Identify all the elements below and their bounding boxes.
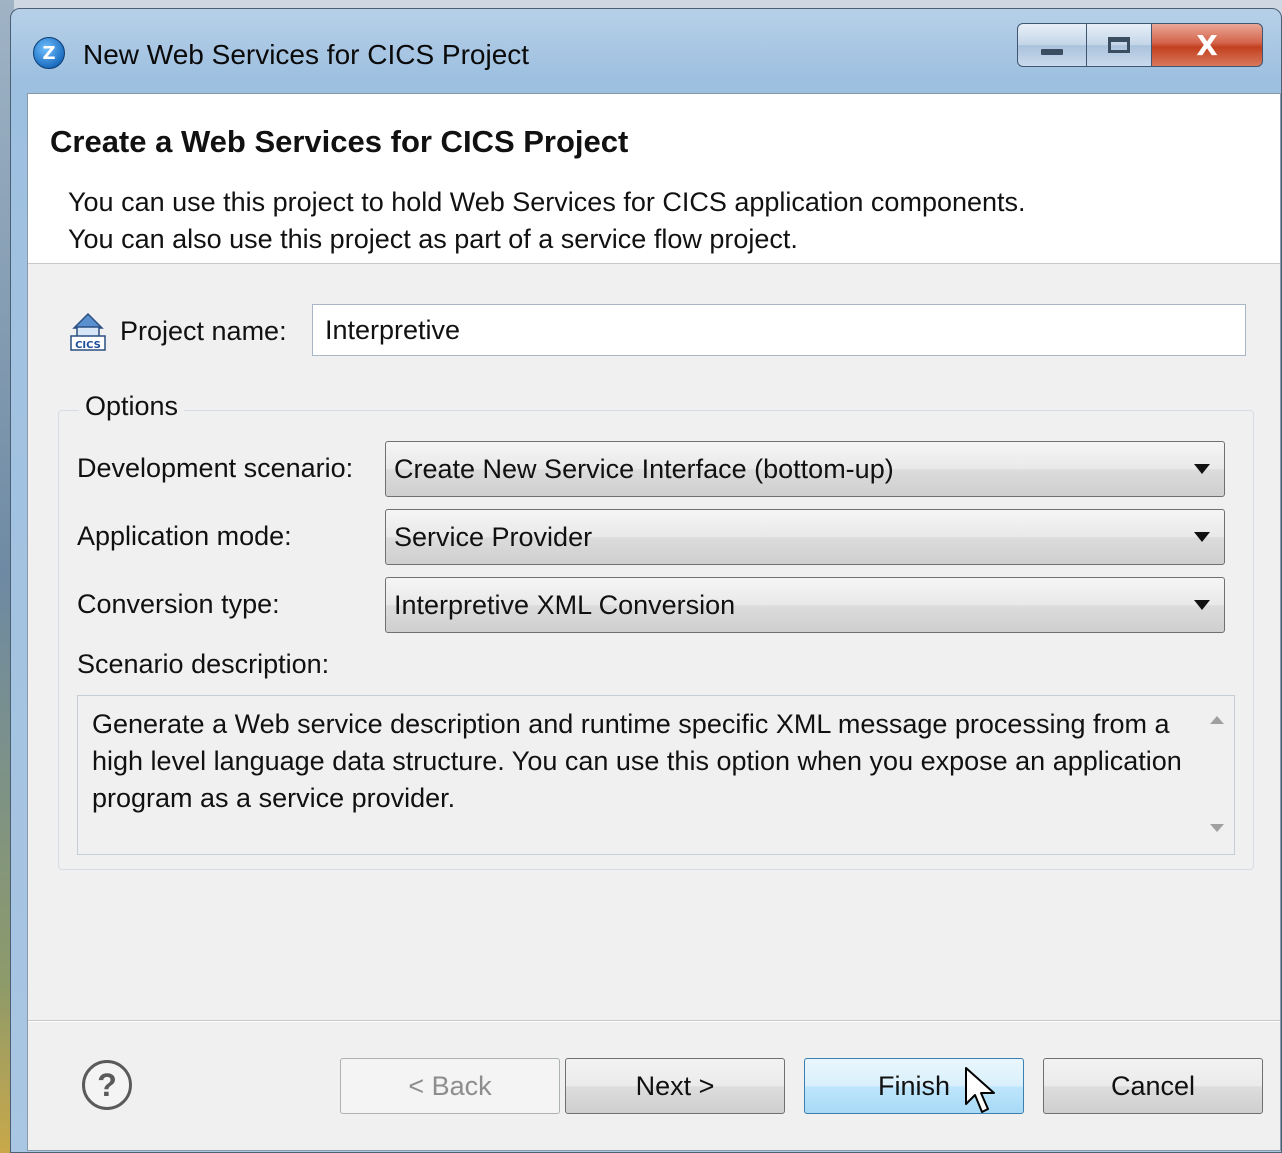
project-name-input[interactable] [312, 304, 1246, 356]
scenario-description-text: Generate a Web service description and r… [92, 709, 1182, 813]
description-line: You can also use this project as part of… [68, 224, 798, 254]
mouse-pointer-icon [965, 1067, 995, 1113]
next-button[interactable]: Next > [565, 1058, 785, 1114]
minimize-icon [1041, 49, 1063, 55]
window-title: New Web Services for CICS Project [83, 39, 530, 70]
cics-project-icon: CICS [70, 312, 106, 351]
chevron-down-icon [1194, 532, 1210, 542]
project-name-label: Project name: [120, 316, 287, 346]
cancel-button[interactable]: Cancel [1043, 1058, 1263, 1114]
scenario-description-label: Scenario description: [77, 649, 330, 679]
application-mode-dropdown[interactable]: Service Provider [385, 509, 1225, 565]
svg-text:CICS: CICS [75, 340, 101, 351]
conversion-type-label: Conversion type: [77, 589, 280, 619]
development-scenario-dropdown[interactable]: Create New Service Interface (bottom-up) [385, 441, 1225, 497]
project-name-row: CICS Project name: [68, 304, 1256, 358]
maximize-icon [1108, 37, 1130, 53]
dialog-window: Z New Web Services for CICS Project X Cr… [10, 8, 1282, 1153]
options-legend: Options [79, 391, 185, 422]
back-button[interactable]: < Back [340, 1058, 560, 1114]
close-button[interactable]: X [1151, 23, 1263, 67]
page-description: You can use this project to hold Web Ser… [68, 184, 1026, 258]
vertical-scrollbar[interactable] [1198, 696, 1234, 854]
button-bar-separator [28, 1020, 1280, 1022]
description-line: You can use this project to hold Web Ser… [68, 187, 1026, 217]
development-scenario-value: Create New Service Interface (bottom-up) [394, 453, 894, 484]
minimize-button[interactable] [1017, 23, 1087, 67]
application-mode-value: Service Provider [394, 521, 593, 552]
page-title: Create a Web Services for CICS Project [50, 124, 629, 159]
chevron-down-icon [1194, 464, 1210, 474]
close-icon: X [1196, 28, 1218, 62]
chevron-down-icon [1194, 600, 1210, 610]
wizard-header: Create a Web Services for CICS Project Y… [28, 94, 1280, 264]
title-bar[interactable]: Z New Web Services for CICS Project X [11, 9, 1281, 93]
conversion-type-value: Interpretive XML Conversion [394, 589, 736, 620]
scroll-down-icon[interactable] [1210, 824, 1224, 832]
application-mode-label: Application mode: [77, 521, 292, 551]
conversion-type-dropdown[interactable]: Interpretive XML Conversion [385, 577, 1225, 633]
scroll-up-icon[interactable] [1210, 716, 1224, 724]
development-scenario-label: Development scenario: [77, 453, 354, 483]
options-group: Options Development scenario: Create New… [58, 391, 1254, 870]
scenario-description-box[interactable]: Generate a Web service description and r… [77, 695, 1235, 855]
maximize-button[interactable] [1087, 23, 1151, 67]
help-button[interactable]: ? [82, 1060, 132, 1110]
eclipse-ide-icon: Z [33, 37, 65, 69]
window-controls: X [1017, 23, 1263, 69]
dialog-client-area: Create a Web Services for CICS Project Y… [27, 93, 1281, 1151]
